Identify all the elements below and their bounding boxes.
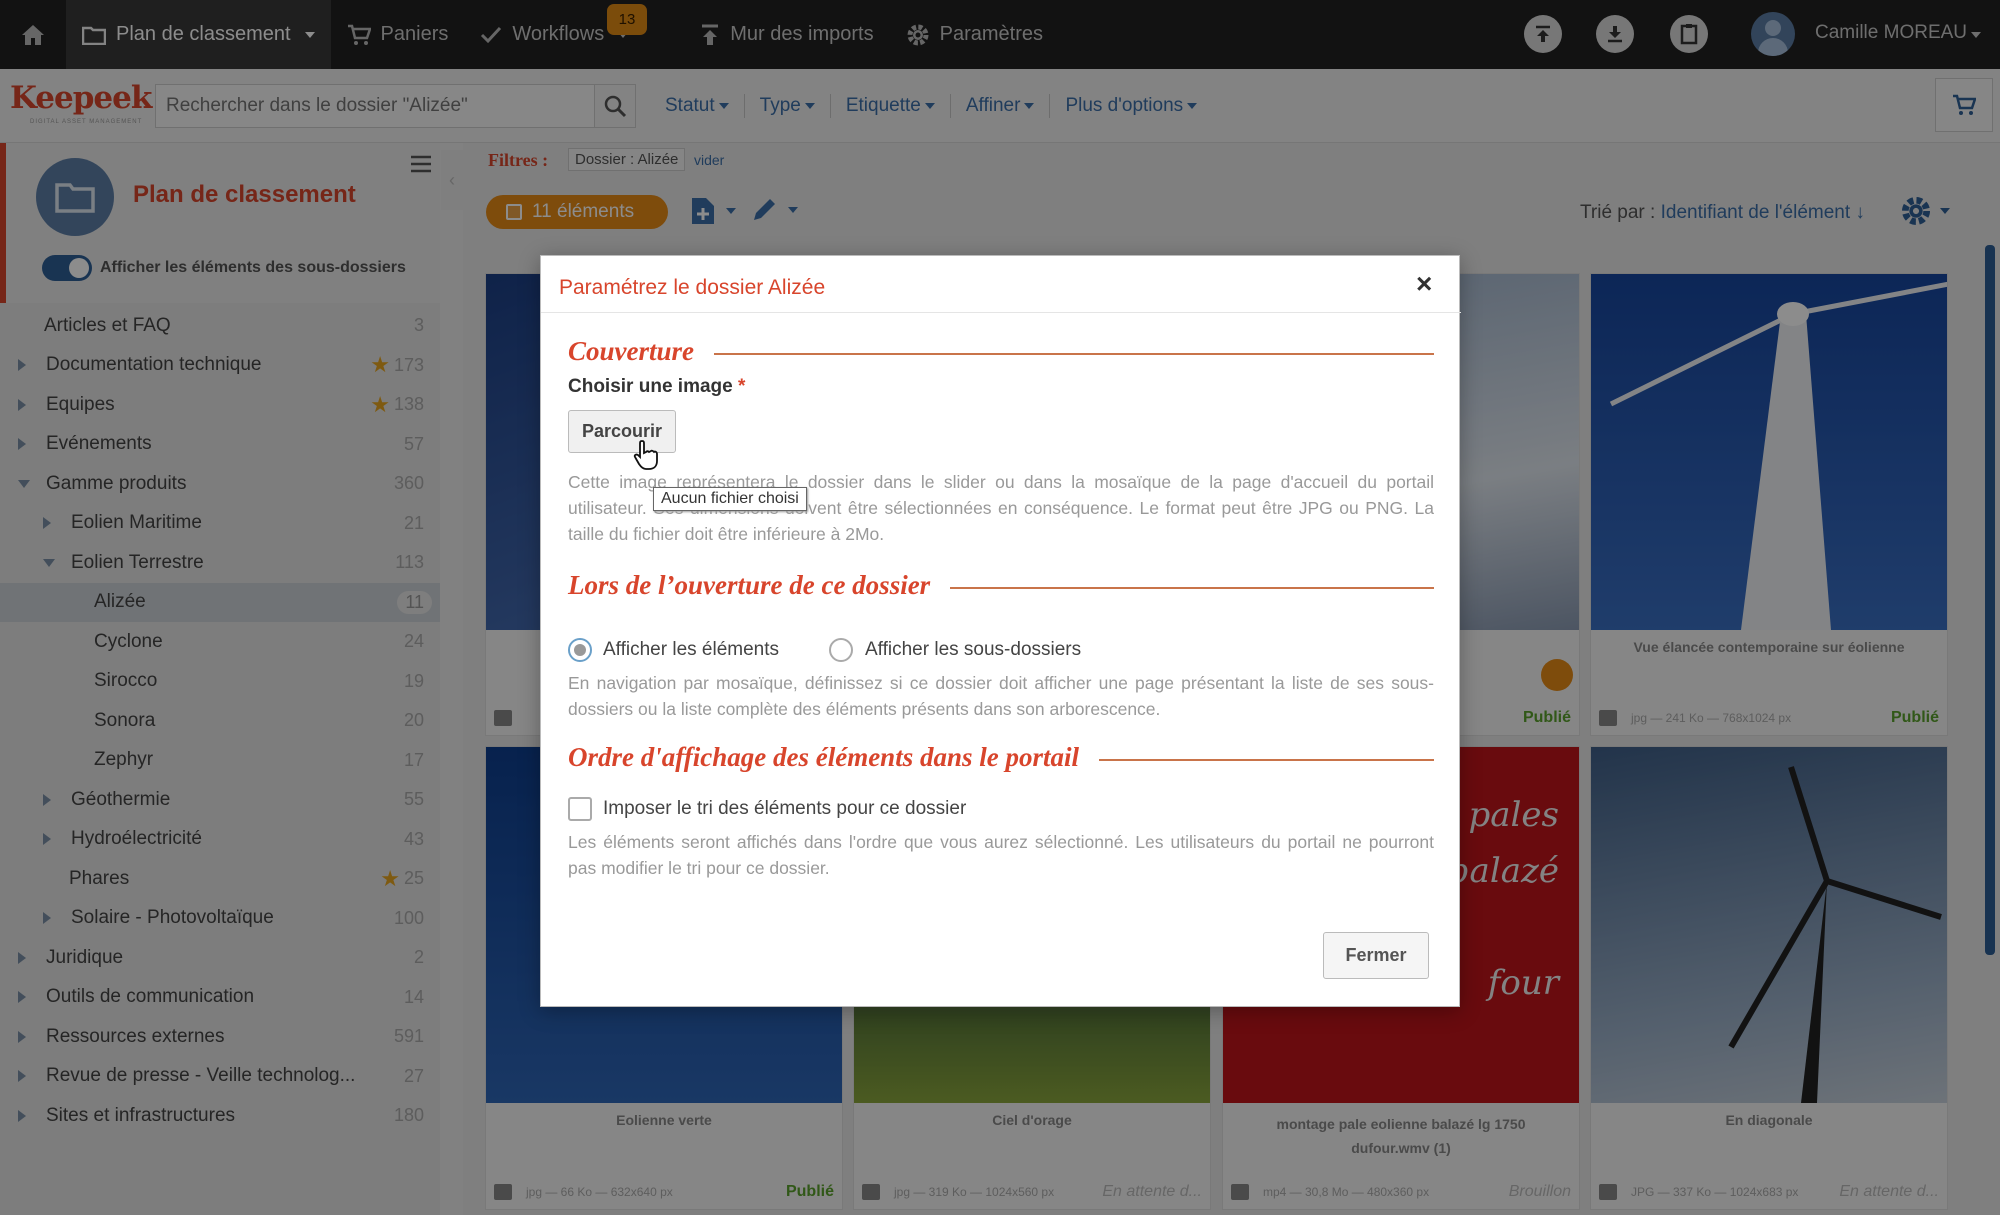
close-button[interactable]: Fermer <box>1323 932 1429 979</box>
section-title: Lors de l’ouverture de ce dossier <box>568 570 951 601</box>
radio-show-subfolders[interactable] <box>829 638 853 662</box>
checkbox-label: Imposer le tri des éléments pour ce doss… <box>603 798 967 819</box>
folder-settings-dialog: Paramétrez le dossier Alizée × Couvertur… <box>540 255 1461 1007</box>
dialog-header: Paramétrez le dossier Alizée × <box>541 256 1461 313</box>
dialog-title: Paramétrez le dossier Alizée <box>559 276 826 299</box>
radio-label: Afficher les éléments <box>603 639 780 660</box>
close-icon[interactable]: × <box>1416 270 1432 298</box>
impose-sort-checkbox[interactable] <box>568 797 592 821</box>
choose-image-label: Choisir une image * <box>568 376 746 397</box>
section-opening: Lors de l’ouverture de ce dossier <box>568 570 1434 610</box>
section-title: Ordre d'affichage des éléments dans le p… <box>568 742 1099 773</box>
radio-label: Afficher les sous-dossiers <box>865 639 1082 660</box>
section-couverture: Couverture <box>568 336 1434 376</box>
section-display-order: Ordre d'affichage des éléments dans le p… <box>568 742 1434 782</box>
radio-show-elements[interactable] <box>568 638 592 662</box>
section-ouverture <box>568 456 1434 496</box>
section-title: Couverture <box>568 336 715 367</box>
opening-help-text: En navigation par mosaïque, définissez s… <box>568 673 1434 719</box>
required-marker: * <box>737 376 746 397</box>
browse-button[interactable]: Parcourir <box>568 410 676 453</box>
order-help-text: Les éléments seront affichés dans l'ordr… <box>568 832 1434 878</box>
